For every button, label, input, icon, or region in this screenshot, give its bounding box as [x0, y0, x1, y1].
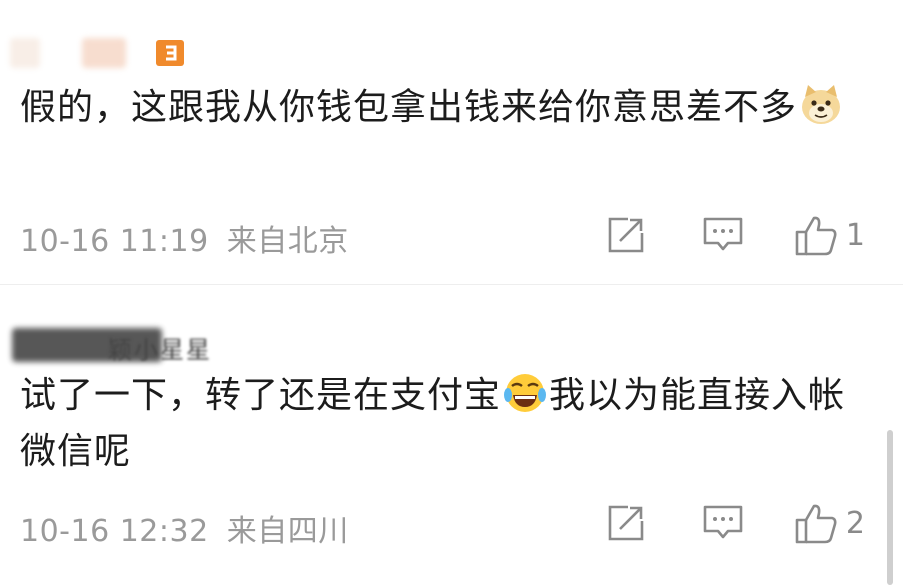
comment-timestamp: 10-16 12:32 [20, 514, 209, 549]
doge-emoji-icon [799, 83, 843, 127]
divider [0, 284, 903, 285]
user-level-badge-icon [156, 40, 184, 66]
comment-item: 假的，这跟我从你钱包拿出钱来给你意思差不多 10-16 11:19 来自北京 1 [0, 0, 903, 290]
thumbs-up-icon [795, 504, 837, 544]
comment-text: 试了一下，转了还是在支付宝 我以为能直接入帐微信呢 [20, 368, 863, 480]
like-count: 2 [845, 505, 865, 541]
like-button[interactable]: 1 [794, 214, 865, 256]
comment-location: 来自四川 [226, 514, 349, 549]
share-button[interactable] [606, 503, 646, 543]
comment-meta: 10-16 11:19 来自北京 [20, 216, 349, 260]
comment-actions: 1 [606, 214, 865, 256]
avatar-blurred[interactable] [10, 38, 40, 68]
comment-button[interactable] [702, 503, 744, 543]
comment-location: 来自北京 [226, 224, 349, 259]
comment-meta: 10-16 12:32 来自四川 [20, 506, 349, 550]
like-count: 1 [845, 217, 865, 253]
comment-actions: 2 [606, 502, 865, 544]
thumbs-up-icon [795, 216, 837, 256]
laughing-tears-emoji-icon [503, 371, 547, 415]
share-button[interactable] [606, 215, 646, 255]
username-blurred[interactable] [82, 38, 126, 68]
like-button[interactable]: 2 [794, 502, 865, 544]
comment-item: 颖小星星 试了一下，转了还是在支付宝 我以为能直接入帐微信呢 10-16 12:… [0, 290, 903, 585]
comment-button[interactable] [702, 215, 744, 255]
comment-icon [703, 505, 743, 539]
comment-text-part: 试了一下，转了还是在支付宝 [20, 375, 502, 416]
comment-icon [703, 217, 743, 251]
scrollbar[interactable] [887, 430, 893, 585]
share-icon [608, 505, 644, 541]
comment-text: 假的，这跟我从你钱包拿出钱来给你意思差不多 [20, 80, 863, 136]
username[interactable]: 颖小星星 [108, 330, 212, 365]
share-icon [608, 217, 644, 253]
comment-text-part: 假的，这跟我从你钱包拿出钱来给你意思差不多 [20, 87, 798, 128]
comment-timestamp: 10-16 11:19 [20, 224, 209, 259]
